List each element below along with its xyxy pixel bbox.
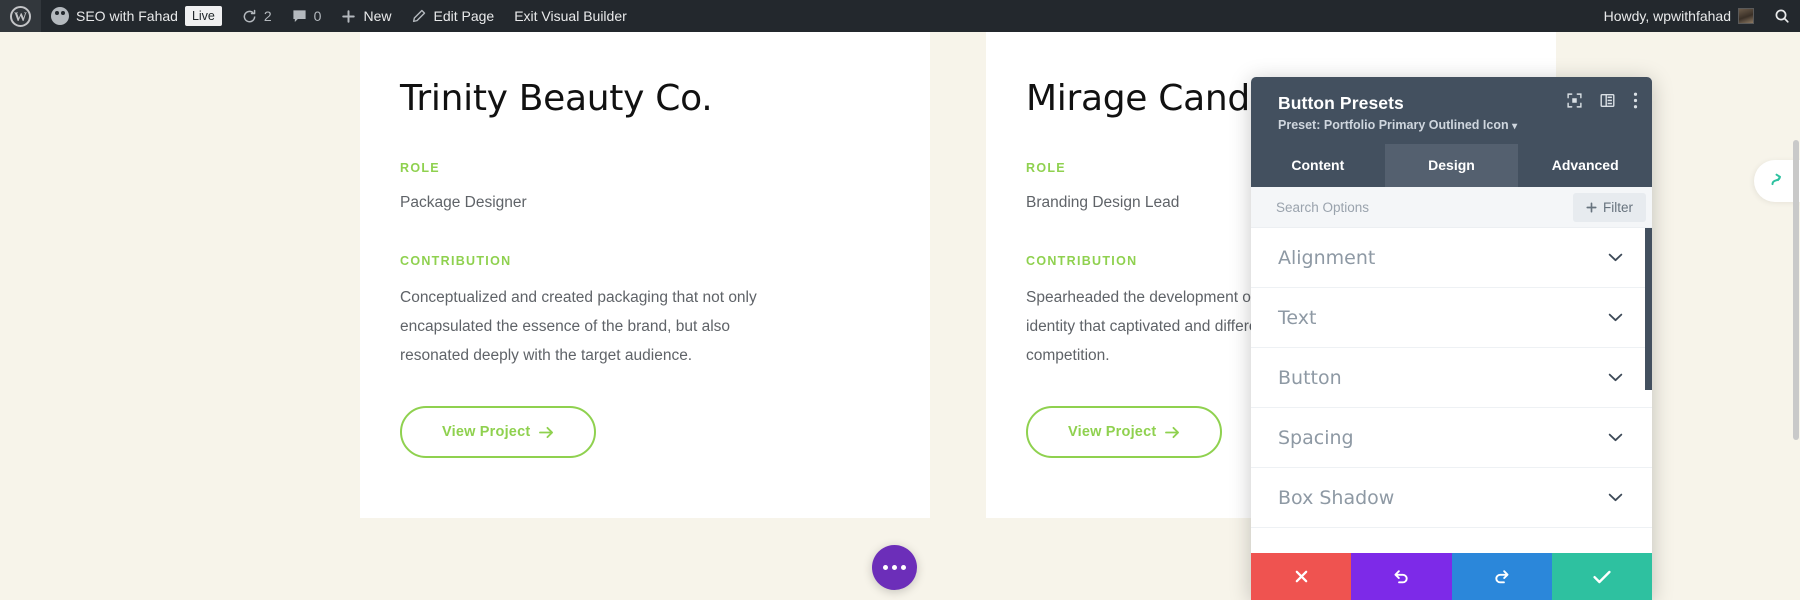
adminbar-site-name[interactable]: SEO with Fahad Live [41,0,232,32]
portfolio-card: Trinity Beauty Co. ROLE Package Designer… [360,32,930,518]
dashboard-site-icon [51,7,69,25]
arrow-right-icon [1165,426,1180,439]
adminbar-new-label: New [363,8,391,24]
option-section-box-shadow[interactable]: Box Shadow [1251,468,1652,528]
adminbar-search[interactable] [1764,0,1800,32]
page-scrollbar-thumb[interactable] [1793,140,1799,440]
tab-design[interactable]: Design [1385,144,1519,187]
check-icon [1593,570,1611,584]
modal-tabs: Content Design Advanced [1251,144,1652,187]
plus-icon [1586,202,1597,213]
chevron-down-icon: ▾ [1512,121,1517,132]
modal-preset-name: Preset: Portfolio Primary Outlined Icon [1278,118,1509,132]
adminbar-right-group: Howdy, wpwithfahad [1594,0,1800,32]
more-vertical-icon[interactable] [1633,92,1638,109]
layout-split-view-icon[interactable] [1600,93,1615,108]
adminbar-edit-label: Edit Page [433,8,494,24]
section-label: Spacing [1278,427,1354,449]
view-project-button[interactable]: View Project [1026,406,1222,458]
arrow-right-icon [539,426,554,439]
adminbar-revisions[interactable]: 2 [232,0,282,32]
revisions-sync-icon [242,9,257,24]
undo-arrow-icon [1393,568,1410,585]
button-presets-settings-modal: Button Presets Preset: Portfolio Primary… [1251,77,1652,600]
redo-button[interactable] [1452,553,1552,600]
filter-button[interactable]: Filter [1573,193,1646,222]
modal-options-scrollbar[interactable] [1645,228,1652,553]
chevron-down-icon [1608,313,1623,322]
modal-header-icon-group [1567,92,1638,109]
chevron-down-icon [1608,253,1623,262]
section-label: Text [1278,307,1316,329]
plus-icon [341,9,356,24]
revisions-count: 2 [264,8,272,24]
option-section-alignment[interactable]: Alignment [1251,228,1652,288]
adminbar-new[interactable]: New [331,0,401,32]
contribution-label: CONTRIBUTION [400,254,874,268]
section-label: Button [1278,367,1342,389]
live-badge[interactable]: Live [185,6,222,26]
view-project-button[interactable]: View Project [400,406,596,458]
wp-admin-bar: W SEO with Fahad Live 2 0 New [0,0,1800,32]
page-scrollbar[interactable] [1792,32,1800,600]
card-title: Trinity Beauty Co. [400,78,874,119]
adminbar-comments[interactable]: 0 [282,0,332,32]
search-options-input[interactable] [1276,200,1573,215]
adminbar-edit-page[interactable]: Edit Page [401,0,504,32]
chevron-down-icon [1608,373,1623,382]
user-avatar [1738,8,1754,24]
adminbar-howdy-label: Howdy, wpwithfahad [1604,8,1731,24]
modal-footer-actions [1251,553,1652,600]
role-label: ROLE [400,161,874,175]
option-section-spacing[interactable]: Spacing [1251,408,1652,468]
adminbar-exit-label: Exit Visual Builder [514,8,627,24]
wordpress-logo-icon: W [10,6,31,27]
close-x-icon [1294,569,1309,584]
tab-content[interactable]: Content [1251,144,1385,187]
option-section-button[interactable]: Button [1251,348,1652,408]
search-icon [1774,8,1790,24]
discard-button[interactable] [1251,553,1351,600]
chevron-down-icon [1608,433,1623,442]
fullscreen-expand-icon[interactable] [1567,93,1582,108]
modal-subtitle[interactable]: Preset: Portfolio Primary Outlined Icon … [1278,118,1634,132]
adminbar-wp-logo[interactable]: W [0,0,41,32]
comments-count: 0 [314,8,322,24]
contribution-value: Conceptualized and created packaging tha… [400,284,800,370]
curved-arrow-up-icon [1768,172,1786,190]
modal-options-list: Alignment Text Button Spacing Box Shadow [1251,228,1652,553]
page-settings-fab[interactable] [872,545,917,590]
modal-scrollbar-thumb[interactable] [1645,228,1652,390]
ellipsis-horizontal-icon [883,565,906,570]
undo-button[interactable] [1351,553,1451,600]
view-project-label: View Project [442,424,530,440]
view-project-label: View Project [1068,424,1156,440]
modal-header: Button Presets Preset: Portfolio Primary… [1251,77,1652,144]
redo-arrow-icon [1493,568,1510,585]
save-button[interactable] [1552,553,1652,600]
option-section-text[interactable]: Text [1251,288,1652,348]
role-value: Package Designer [400,191,874,216]
pencil-icon [411,9,426,24]
section-label: Alignment [1278,247,1375,269]
adminbar-exit-visual-builder[interactable]: Exit Visual Builder [504,0,637,32]
tab-advanced[interactable]: Advanced [1518,144,1652,187]
adminbar-site-label: SEO with Fahad [76,8,178,24]
section-label: Box Shadow [1278,487,1394,509]
modal-search-row: Filter [1251,187,1652,228]
chevron-down-icon [1608,493,1623,502]
comment-bubble-icon [292,9,307,24]
filter-label: Filter [1603,200,1633,215]
adminbar-account[interactable]: Howdy, wpwithfahad [1594,0,1764,32]
